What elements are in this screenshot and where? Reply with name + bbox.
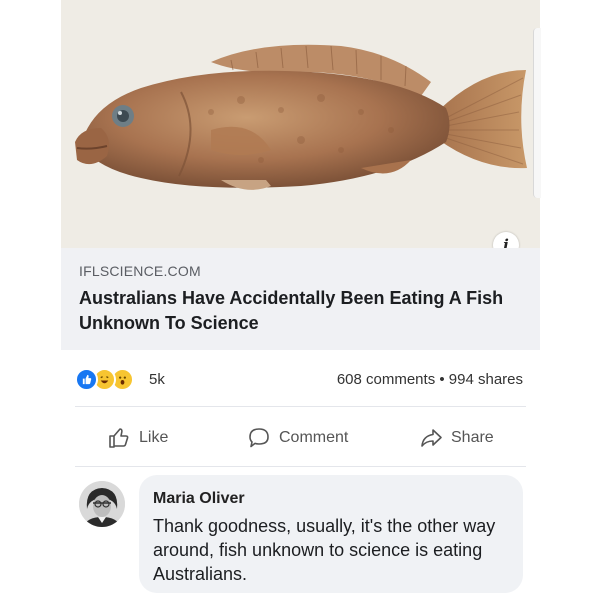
reaction-stats: 5k 608 comments • 994 shares: [61, 350, 540, 406]
comment-item: Maria Oliver Thank goodness, usually, it…: [61, 475, 540, 600]
reaction-count[interactable]: 5k: [149, 371, 165, 388]
facebook-post: i IFLSCIENCE.COM Australians Have Accide…: [61, 0, 540, 600]
share-button[interactable]: Share: [419, 426, 494, 450]
avatar[interactable]: [79, 481, 125, 527]
reaction-icons[interactable]: [75, 367, 134, 391]
share-label: Share: [451, 429, 494, 446]
link-headline[interactable]: Australians Have Accidentally Been Eatin…: [79, 286, 519, 336]
comment-icon: [249, 428, 269, 448]
comment-label: Comment: [279, 429, 349, 446]
action-bar: Like Comment Share: [61, 412, 540, 462]
comment-bubble[interactable]: Maria Oliver Thank goodness, usually, it…: [139, 475, 523, 593]
comment-author[interactable]: Maria Oliver: [153, 490, 245, 508]
scrollbar[interactable]: [533, 28, 541, 198]
link-preview-image[interactable]: i: [61, 0, 540, 248]
thumbs-up-icon: [109, 428, 129, 448]
divider: [75, 466, 526, 467]
link-domain: IFLSCIENCE.COM: [79, 263, 201, 279]
profile-photo: [79, 481, 125, 527]
fish-image: [75, 44, 527, 190]
divider: [75, 406, 526, 407]
comment-button[interactable]: Comment: [247, 426, 348, 450]
link-preview-meta[interactable]: IFLSCIENCE.COM Australians Have Accident…: [61, 248, 540, 350]
share-icon: [421, 429, 442, 447]
like-button[interactable]: Like: [107, 426, 168, 450]
like-icon: [75, 367, 98, 391]
comments-shares-count[interactable]: 608 comments • 994 shares: [337, 371, 523, 388]
comment-text: Thank goodness, usually, it's the other …: [153, 516, 496, 584]
like-label: Like: [139, 429, 169, 446]
